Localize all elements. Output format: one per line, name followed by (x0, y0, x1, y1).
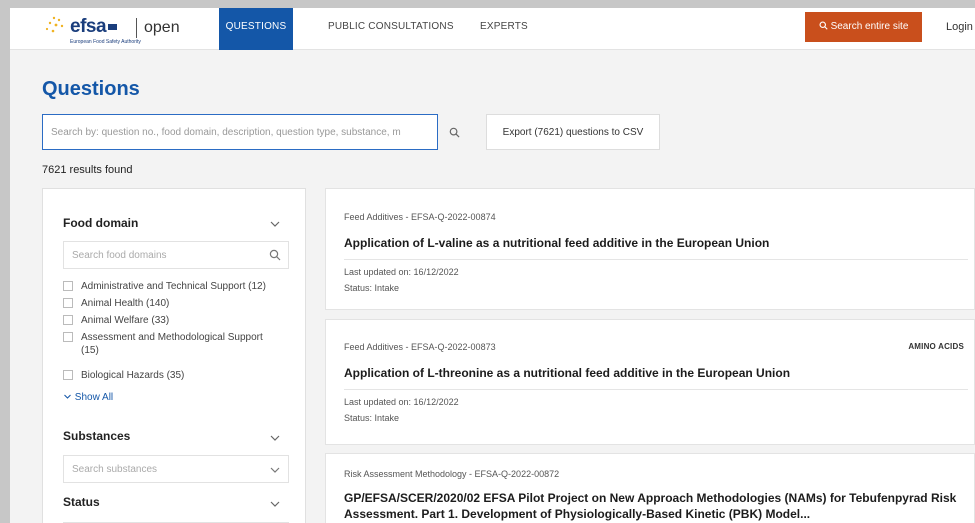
chevron-down-icon[interactable] (269, 432, 281, 444)
search-icon (449, 127, 460, 138)
result-meta: Feed Additives - EFSA-Q-2022-00874 (344, 212, 496, 222)
result-title[interactable]: GP/EFSA/SCER/2020/02 EFSA Pilot Project … (344, 490, 969, 522)
result-tag-badge: AMINO ACIDS (908, 342, 964, 351)
substances-search-input[interactable] (63, 455, 289, 483)
food-domain-option-label: Biological Hazards (35) (81, 370, 185, 381)
food-domain-option[interactable]: Animal Health (140) (63, 297, 289, 310)
logo-open-label: open (144, 19, 180, 36)
result-updated: Last updated on: 16/12/2022 (344, 397, 459, 407)
show-all-link[interactable]: Show All (63, 392, 113, 403)
top-navigation-bar: efsa European Food Safety Authority open… (10, 8, 975, 50)
chevron-down-icon[interactable] (269, 218, 281, 230)
filter-title-substances[interactable]: Substances (63, 429, 130, 443)
result-status: Status: Intake (344, 413, 400, 423)
nav-tab-public-consultations[interactable]: PUBLIC CONSULTATIONS (328, 8, 454, 50)
food-domain-option-label: Administrative and Technical Support (12… (81, 281, 266, 292)
food-domain-option[interactable]: Animal Welfare (33) (63, 314, 289, 327)
efsa-open-logo[interactable]: efsa European Food Safety Authority open (40, 14, 190, 46)
card-divider (344, 389, 968, 390)
nav-tab-questions[interactable]: QUESTIONS (219, 8, 293, 50)
chevron-down-icon[interactable] (269, 498, 281, 510)
food-domain-option[interactable]: Biological Hazards (35) (63, 369, 289, 382)
chevron-down-icon[interactable] (269, 464, 281, 476)
food-domain-option-label: Animal Welfare (33) (81, 315, 170, 326)
food-domain-option-label: Assessment and Methodological Support (1… (81, 332, 263, 356)
result-card[interactable]: Risk Assessment Methodology - EFSA-Q-202… (325, 453, 975, 523)
page-title: Questions (42, 78, 140, 100)
result-card[interactable]: Feed Additives - EFSA-Q-2022-00874 Appli… (325, 188, 975, 310)
logo-dots-icon (45, 16, 64, 33)
checkbox[interactable] (63, 332, 73, 342)
checkbox[interactable] (63, 281, 73, 291)
result-card[interactable]: Feed Additives - EFSA-Q-2022-00873 AMINO… (325, 319, 975, 445)
app-frame: efsa European Food Safety Authority open… (10, 8, 975, 523)
filters-sidebar: Food domain Administrative and Technical… (42, 188, 306, 523)
filter-title-status[interactable]: Status (63, 495, 100, 509)
result-updated: Last updated on: 16/12/2022 (344, 267, 459, 277)
logo-divider (136, 18, 137, 38)
login-link[interactable]: Login (946, 8, 973, 50)
food-domain-option-label: Animal Health (140) (81, 298, 170, 309)
food-domain-option[interactable]: Administrative and Technical Support (12… (63, 280, 289, 293)
nav-tab-experts[interactable]: EXPERTS (480, 8, 528, 50)
chevron-down-icon (64, 394, 71, 399)
search-icon[interactable] (269, 249, 281, 261)
food-domain-option[interactable]: Assessment and Methodological Support (1… (63, 331, 263, 357)
checkbox[interactable] (63, 315, 73, 325)
checkbox[interactable] (63, 370, 73, 380)
show-all-label: Show All (74, 392, 114, 403)
search-entire-site-button[interactable]: Search entire site (805, 12, 922, 42)
result-meta: Risk Assessment Methodology - EFSA-Q-202… (344, 469, 560, 479)
result-meta: Feed Additives - EFSA-Q-2022-00873 (344, 342, 496, 352)
result-title[interactable]: Application of L-valine as a nutritional… (344, 235, 944, 251)
logo-tagline: European Food Safety Authority (70, 39, 141, 45)
checkbox[interactable] (63, 298, 73, 308)
export-csv-button[interactable]: Export (7621) questions to CSV (486, 114, 660, 150)
logo-wordmark: efsa (70, 16, 118, 38)
food-domain-search-input[interactable] (63, 241, 289, 269)
result-status: Status: Intake (344, 283, 400, 293)
questions-search-input[interactable] (42, 114, 438, 150)
search-entire-site-label: Search entire site (830, 21, 909, 32)
results-count: 7621 results found (42, 164, 133, 176)
questions-search-button[interactable] (440, 114, 468, 150)
card-divider (344, 259, 968, 260)
search-icon (819, 21, 828, 30)
result-title[interactable]: Application of L-threonine as a nutritio… (344, 365, 944, 381)
filter-title-food-domain[interactable]: Food domain (63, 216, 138, 230)
